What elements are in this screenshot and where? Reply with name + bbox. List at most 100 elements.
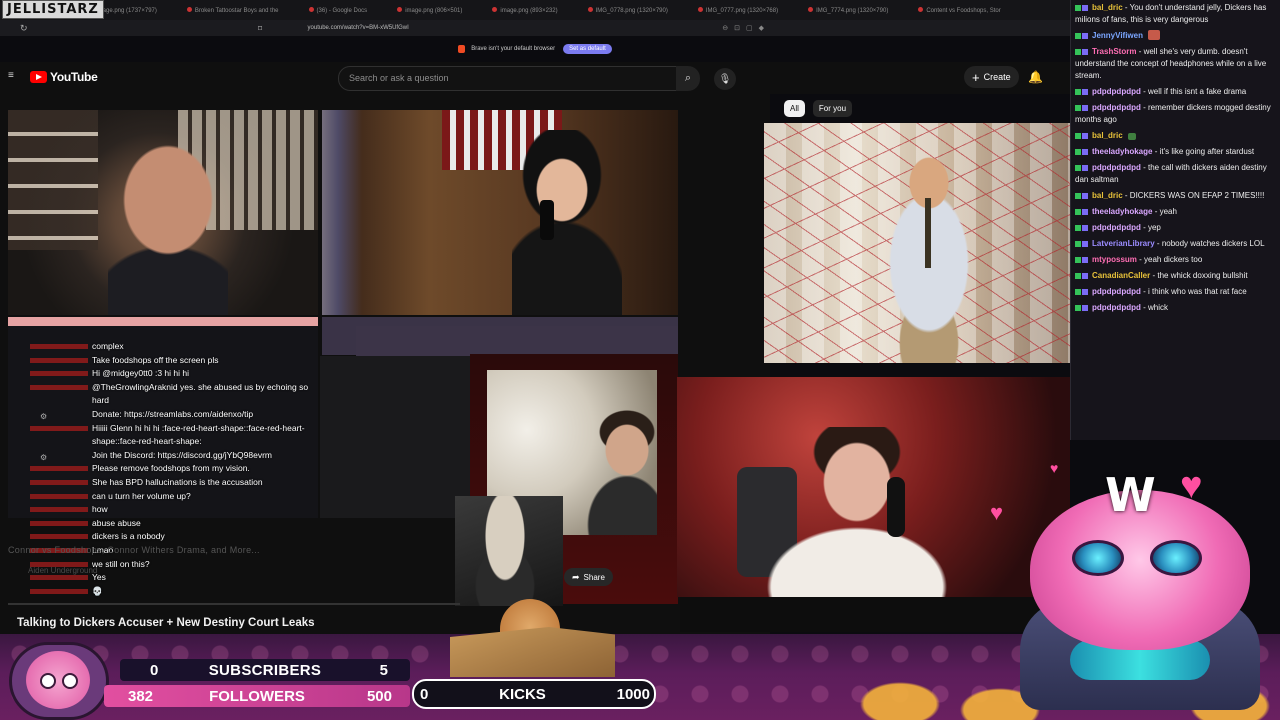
chat-username[interactable]: JennyVifiwen [1092,31,1143,40]
chat-username[interactable]: bal_dric [1092,191,1123,200]
avatar-face [26,651,90,709]
follower-label: FOLLOWERS [209,687,305,705]
chat-username[interactable]: bal_dric [1092,131,1123,140]
chat-username-redacted [14,356,92,366]
twitch-chat-message: mtypossum - yeah dickers too [1071,252,1280,268]
chat-username-redacted [14,587,92,597]
badge-icon [1082,5,1088,11]
tab-label: Content vs Foodshops, Stor [926,7,1001,14]
chat-username[interactable]: TrashStorm [1092,47,1136,56]
share-icon: ➦ [572,571,580,582]
chat-username[interactable]: theeladyhokage [1092,207,1152,216]
chat-username[interactable]: pdpdpdpdpd [1092,103,1141,112]
chat-text: i think who was that rat face [1147,287,1247,296]
chat-username[interactable]: pdpdpdpdpd [1092,303,1141,312]
badge-icon [1075,273,1081,279]
hamburger-menu-icon[interactable]: ≡ [8,71,16,81]
follower-goal: 382 FOLLOWERS 500 [104,685,410,707]
chat-message-text: Join the Discord: https://discord.gg/jYb… [92,449,272,460]
chat-username[interactable]: pdpdpdpdpd [1092,163,1141,172]
tab-label: IMG_7774.png (1320×790) [816,7,889,14]
badge-icon [1082,49,1088,55]
create-button[interactable]: + Create [964,66,1019,88]
youtube-header: ≡ YouTube Search or ask a question ⌕ 🎙 +… [0,62,1070,94]
bookmark-icon[interactable]: ⌑ [258,24,262,33]
chat-separator: - [1140,287,1148,296]
kicks-goal: 0 KICKS 1000 [412,679,656,709]
heart-icon: ♥ [990,500,1004,525]
chip-for-you[interactable]: For you [812,100,853,117]
stream-chat-line: Please remove foodshops from my vision. [14,462,318,476]
browser-tab[interactable]: image.png (893×232) [484,6,565,14]
address-bar[interactable]: ↻ ⌑ youtube.com/watch?v=BM-xW5UfGwI ⊖⊡▢◆ [0,20,1070,36]
chat-username[interactable]: pdpdpdpdpd [1092,223,1141,232]
chat-message-text: abuse abuse [92,517,141,528]
tab-favicon-icon [308,6,314,12]
youtube-logo[interactable]: YouTube [30,70,98,84]
toolbar-icons[interactable]: ⊖⊡▢◆ [722,24,770,32]
background-video-title: Connor vs Foodshops, Connor Withers Dram… [8,545,260,555]
subscriber-target: 5 [379,661,388,679]
search-input[interactable]: Search or ask a question [338,66,678,91]
chat-separator: - [1152,147,1160,156]
chat-separator: - [1140,87,1148,96]
set-default-button[interactable]: Set as default [563,44,612,54]
tab-label: Broken Tattoostar Boys and the [194,7,279,14]
microphone-icon[interactable]: 🎙 [714,68,736,90]
video-progress-bar[interactable] [8,603,460,605]
chat-username[interactable]: CanadianCaller [1092,271,1150,280]
chat-username[interactable]: pdpdpdpdpd [1092,287,1141,296]
chat-separator: - [1122,191,1130,200]
share-button[interactable]: ➦ Share [564,568,613,586]
browser-tab[interactable]: image.png (806×501) [389,6,470,14]
kicks-count: 0 [420,685,429,703]
chat-separator: - [1140,223,1148,232]
chat-separator: - [1136,255,1145,264]
streamer-microphone [887,477,905,537]
small-cam-person [587,410,657,535]
chip-all[interactable]: All [784,100,805,117]
default-browser-notice: Brave isn't your default browser Set as … [0,40,1070,58]
chat-separator [1143,31,1145,40]
twitch-chat-message: JennyVifiwen [1071,28,1280,44]
chat-text: yep [1147,223,1161,232]
stream-chat-line: can u turn her volume up? [14,490,318,504]
chat-username[interactable]: LatverianLibrary [1092,239,1155,248]
chat-username[interactable]: pdpdpdpdpd [1092,87,1141,96]
chat-username[interactable]: bal_dric [1092,3,1123,12]
tab-favicon-icon [492,6,498,12]
badge-icon [1075,257,1081,263]
chat-text: yeah [1159,207,1177,216]
notifications-bell-icon[interactable]: 🔔 [1028,70,1043,84]
host-person [108,140,228,315]
tab-label: image.png (893×232) [500,7,558,14]
search-icon[interactable]: ⌕ [676,66,700,91]
url-text[interactable]: youtube.com/watch?v=BM-xW5UfGwI [308,25,409,31]
browser-tab[interactable]: Content vs Foodshops, Stor [910,6,1008,14]
chat-message-text: She has BPD hallucinations is the accusa… [92,476,263,487]
twitch-chat-message: pdpdpdpdpd - whick [1071,300,1280,316]
browser-tab[interactable]: IMG_7774.png (1320×790) [800,6,896,14]
twitch-chat-message: CanadianCaller - the whick doxxing bulls… [1071,268,1280,284]
browser-tab[interactable]: Broken Tattoostar Boys and the [179,6,287,14]
tab-favicon-icon [587,6,593,12]
badge-icon [1075,209,1081,215]
search-placeholder: Search or ask a question [349,73,449,83]
chat-text: yeah dickers too [1144,255,1203,264]
ring-light [322,110,362,315]
badge-icon [1082,33,1088,39]
pink-divider [8,317,318,326]
cardboard-box [450,627,615,677]
reload-icon[interactable]: ↻ [20,23,28,34]
chat-emote-icon [1127,133,1136,140]
browser-tab[interactable]: IMG_0777.png (1320×768) [690,6,786,14]
channel-logo: JELLISTARZ [2,0,104,19]
browser-tab[interactable]: IMG_0778.png (1320×790) [580,6,676,14]
chat-username[interactable]: theeladyhokage [1092,147,1152,156]
cat-in-box-graphic [440,597,625,677]
chat-separator: - [1140,303,1148,312]
chat-username[interactable]: mtypossum [1092,255,1137,264]
recommendation-chips: All For you [784,100,860,117]
browser-tab[interactable]: (36) - Google Docs [301,6,376,14]
chat-username-redacted [14,383,92,393]
